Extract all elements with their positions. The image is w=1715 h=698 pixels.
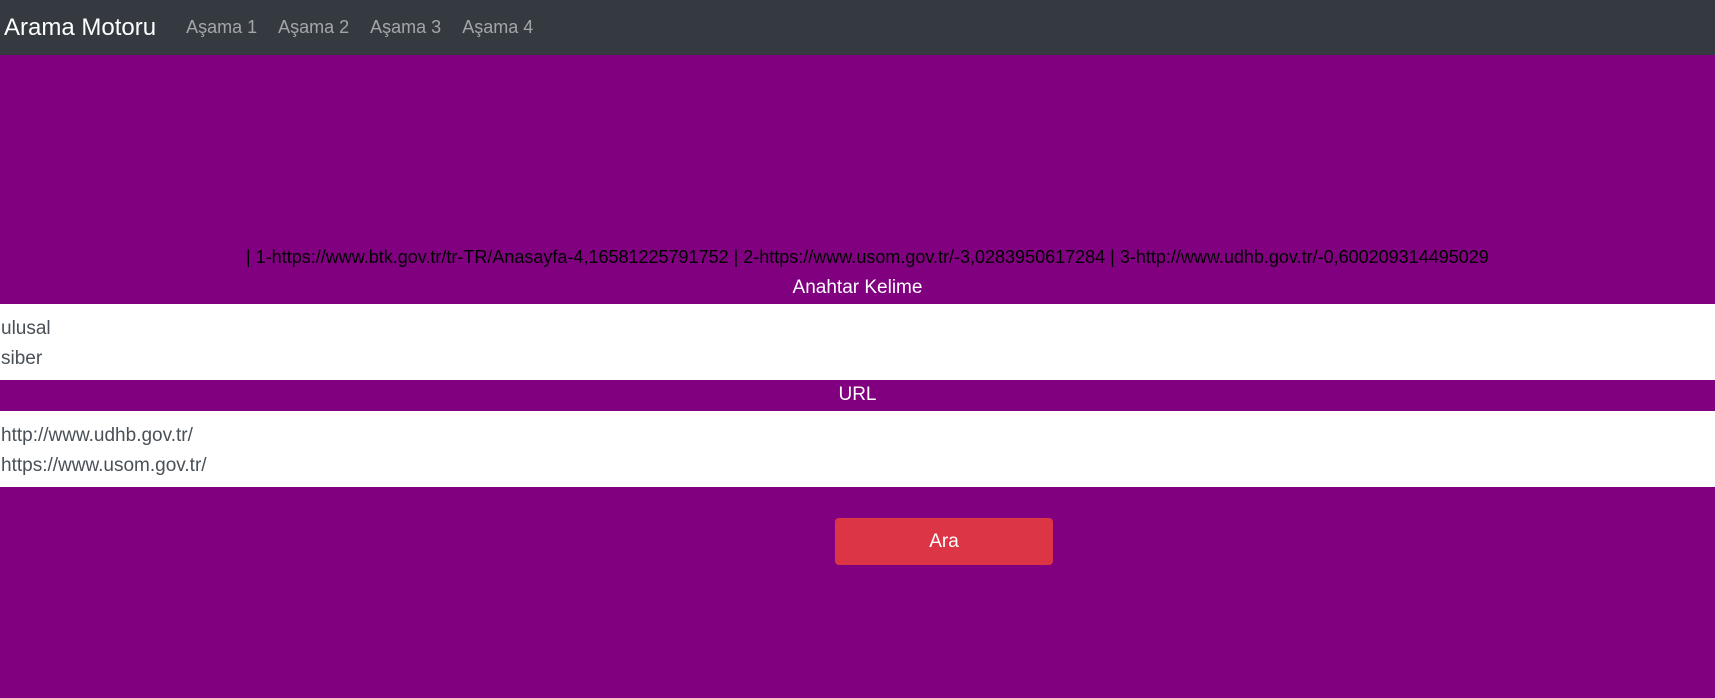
nav-link-asama-2[interactable]: Aşama 2 [278, 17, 349, 38]
nav-link-asama-4[interactable]: Aşama 4 [462, 17, 533, 38]
brand-link[interactable]: Arama Motoru [4, 14, 156, 42]
url-textarea[interactable]: http://www.udhb.gov.tr/ https://www.usom… [0, 411, 1715, 487]
url-line: http://www.udhb.gov.tr/ [1, 425, 193, 446]
keyword-line: ulusal [1, 318, 51, 339]
keyword-label: Anahtar Kelime [792, 277, 923, 298]
top-navbar: Arama Motoru Aşama 1 Aşama 2 Aşama 3 Aşa… [0, 0, 1715, 55]
search-results-text: | 1-https://www.btk.gov.tr/tr-TR/Anasayf… [246, 247, 1489, 267]
search-button[interactable]: Ara [835, 518, 1053, 565]
keyword-line: siber [1, 348, 43, 369]
url-line: https://www.usom.gov.tr/ [1, 455, 207, 476]
nav-link-asama-3[interactable]: Aşama 3 [370, 17, 441, 38]
nav-links: Aşama 1 Aşama 2 Aşama 3 Aşama 4 [186, 17, 554, 38]
url-label: URL [838, 384, 877, 405]
nav-link-asama-1[interactable]: Aşama 1 [186, 17, 257, 38]
keyword-textarea[interactable]: ulusal siber [0, 304, 1715, 380]
